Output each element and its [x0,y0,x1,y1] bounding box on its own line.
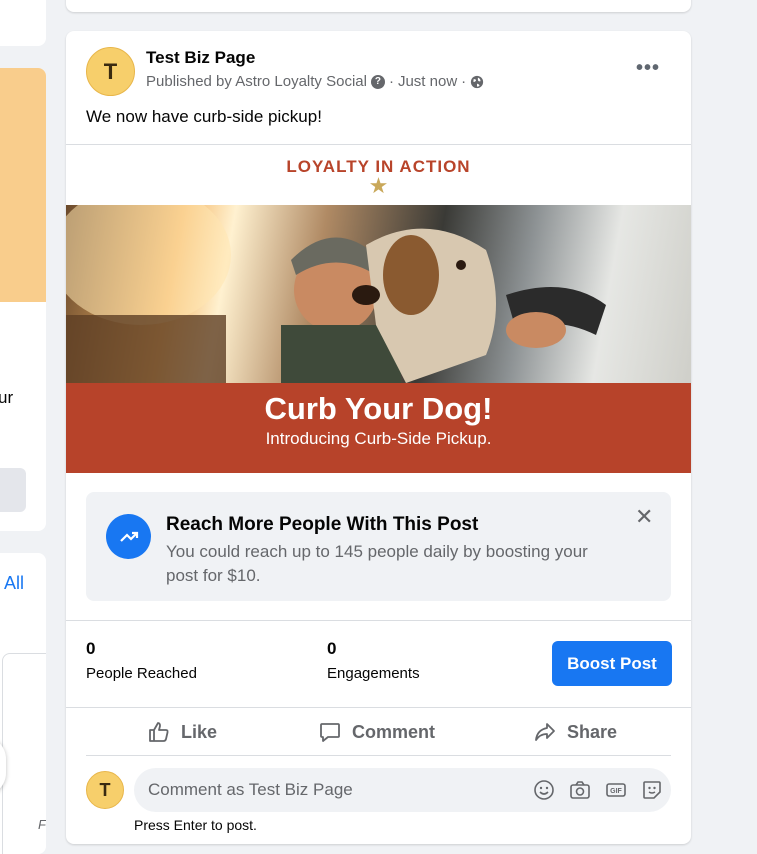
left-card-suggestions: All › F [0,553,46,854]
published-by-text: Published by Astro Loyalty Social [146,73,367,90]
globe-icon [471,75,484,88]
left-card-top [0,0,46,46]
cut-text-fragment: F [38,817,46,832]
people-reached-label: People Reached [86,665,197,682]
media-title: Curb Your Dog! [264,391,493,426]
engagements-label: Engagements [327,665,420,682]
engagements-value: 0 [327,639,337,658]
comment-composer: T GIF [66,768,691,814]
like-button[interactable]: Like [147,708,217,756]
page-avatar[interactable]: T [86,47,135,96]
people-reached-value: 0 [86,639,96,658]
more-options-icon[interactable]: ••• [636,57,660,80]
emoji-icon[interactable] [532,778,556,802]
boost-post-button[interactable]: Boost Post [552,641,672,686]
commenter-avatar[interactable]: T [86,771,124,809]
trending-up-icon [106,514,151,559]
post-meta: Published by Astro Loyalty Social ? · Ju… [146,73,484,90]
page-name-link[interactable]: Test Biz Page [146,48,255,68]
help-icon[interactable]: ? [370,74,385,89]
media-photo [66,205,691,383]
promo-button[interactable] [0,468,26,512]
close-icon[interactable]: ✕ [635,504,653,530]
promo-text-fragment: ur [0,388,14,407]
press-enter-hint: Press Enter to post. [134,817,257,833]
boost-suggestion: Reach More People With This Post You cou… [86,492,671,601]
see-all-link[interactable]: All [4,573,24,594]
share-label: Share [567,721,618,742]
people-reached-stat: 0 People Reached [86,639,197,682]
post-time[interactable]: Just now [398,73,457,90]
promo-image [0,68,46,302]
engagements-stat: 0 Engagements [327,639,420,682]
meta-separator: · [461,73,467,90]
comment-tools: GIF [532,778,664,802]
boost-suggestion-title: Reach More People With This Post [166,514,479,535]
meta-separator: · [388,73,394,90]
post-media[interactable]: LOYALTY IN ACTION ★ Curb Your Dog! Intro… [66,144,691,473]
star-icon: ★ [368,173,389,198]
media-subtitle: Introducing Curb-Side Pickup. [265,429,492,448]
post-insights: 0 People Reached 0 Engagements Boost Pos… [66,620,691,708]
post-actions: Like Comment Share [86,708,671,756]
post-text: We now have curb-side pickup! [86,107,322,126]
sticker-icon[interactable] [640,778,664,802]
left-card-promo: ur [0,68,46,531]
thumbs-up-icon [149,722,169,742]
svg-text:GIF: GIF [610,788,622,795]
comment-button[interactable]: Comment [318,708,435,756]
share-icon [535,723,555,741]
boost-suggestion-description: You could reach up to 145 people daily b… [166,542,588,585]
comment-label: Comment [352,721,436,742]
gif-icon[interactable]: GIF [604,778,628,802]
share-button[interactable]: Share [533,708,617,756]
comment-icon [320,723,340,742]
post-card: T Test Biz Page Published by Astro Loyal… [66,31,691,844]
previous-post-card [66,0,691,12]
photo-illustration [66,205,606,383]
like-label: Like [181,721,218,742]
camera-icon[interactable] [568,778,592,802]
